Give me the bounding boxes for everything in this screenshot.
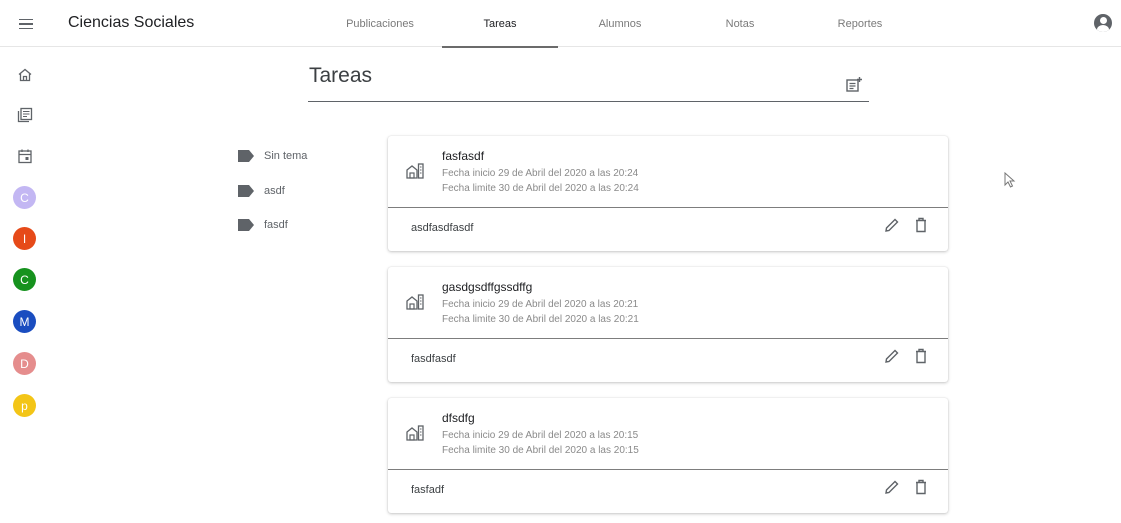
edit-icon[interactable] xyxy=(883,478,901,496)
class-list-icon[interactable] xyxy=(16,106,34,124)
task-due-date: Fecha limite 30 de Abril del 2020 a las … xyxy=(442,314,639,325)
class-avatar-i[interactable]: I xyxy=(13,227,36,250)
topic-item[interactable]: asdf xyxy=(238,174,307,209)
delete-icon[interactable] xyxy=(912,216,930,234)
tab-alumnos[interactable]: Alumnos xyxy=(560,0,680,47)
card-divider xyxy=(388,469,948,470)
edit-icon[interactable] xyxy=(883,347,901,365)
task-title: dfsdfg xyxy=(442,411,475,425)
assignment-icon xyxy=(406,163,424,179)
task-start-date: Fecha inicio 29 de Abril del 2020 a las … xyxy=(442,299,639,310)
task-header[interactable]: gasdgsdffgssdffg Fecha inicio 29 de Abri… xyxy=(388,267,948,339)
task-card: gasdgsdffgssdffg Fecha inicio 29 de Abri… xyxy=(388,267,948,382)
page-title: Tareas xyxy=(309,64,373,87)
menu-icon[interactable] xyxy=(19,14,39,34)
class-avatar-c[interactable]: C xyxy=(13,186,36,209)
class-title: Ciencias Sociales xyxy=(68,14,195,31)
tab-notas[interactable]: Notas xyxy=(680,0,800,47)
class-avatar-c[interactable]: C xyxy=(13,268,36,291)
task-description: asdfasdfasdf xyxy=(411,222,474,234)
title-divider xyxy=(308,101,869,102)
delete-icon[interactable] xyxy=(912,478,930,496)
delete-icon[interactable] xyxy=(912,347,930,365)
label-icon xyxy=(238,219,254,232)
task-description: fasdfasdf xyxy=(411,353,456,365)
topic-item[interactable]: fasdf xyxy=(238,208,307,243)
mouse-cursor-icon xyxy=(1004,172,1016,188)
class-avatar-d[interactable]: D xyxy=(13,352,36,375)
class-avatar-p[interactable]: p xyxy=(13,394,36,417)
task-card: fasfasdf Fecha inicio 29 de Abril del 20… xyxy=(388,136,948,251)
assignment-icon xyxy=(406,425,424,441)
tab-publicaciones[interactable]: Publicaciones xyxy=(320,0,440,47)
task-title: gasdgsdffgssdffg xyxy=(442,280,533,294)
card-divider xyxy=(388,207,948,208)
tab-bar: Publicaciones Tareas Alumnos Notas Repor… xyxy=(320,0,920,48)
task-header[interactable]: dfsdfg Fecha inicio 29 de Abril del 2020… xyxy=(388,398,948,470)
task-description: fasfadf xyxy=(411,484,445,496)
top-app-bar: Ciencias Sociales Publicaciones Tareas A… xyxy=(0,0,1121,48)
task-card: dfsdfg Fecha inicio 29 de Abril del 2020… xyxy=(388,398,948,513)
calendar-icon[interactable] xyxy=(16,147,34,165)
task-title: fasfasdf xyxy=(442,149,485,163)
tab-tareas[interactable]: Tareas xyxy=(440,0,560,48)
task-start-date: Fecha inicio 29 de Abril del 2020 a las … xyxy=(442,168,639,179)
edit-icon[interactable] xyxy=(883,216,901,234)
label-icon xyxy=(238,184,254,197)
post-add-icon[interactable] xyxy=(845,76,863,94)
task-header[interactable]: fasfasdf Fecha inicio 29 de Abril del 20… xyxy=(388,136,948,208)
label-icon xyxy=(238,150,254,163)
task-start-date: Fecha inicio 29 de Abril del 2020 a las … xyxy=(442,430,639,441)
task-due-date: Fecha limite 30 de Abril del 2020 a las … xyxy=(442,183,639,194)
tab-reportes[interactable]: Reportes xyxy=(800,0,920,47)
account-circle-icon[interactable] xyxy=(1094,14,1112,32)
task-due-date: Fecha limite 30 de Abril del 2020 a las … xyxy=(442,445,639,456)
card-divider xyxy=(388,338,948,339)
home-icon[interactable] xyxy=(16,66,34,84)
assignment-icon xyxy=(406,294,424,310)
topic-list: Sin tema asdf fasdf xyxy=(238,139,307,243)
topic-item[interactable]: Sin tema xyxy=(238,139,307,174)
class-avatar-m[interactable]: M xyxy=(13,310,36,333)
